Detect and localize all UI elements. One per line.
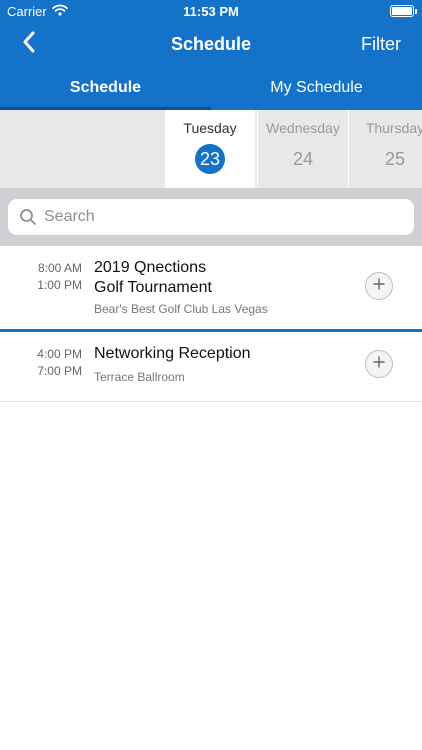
day-name: Wednesday [266, 120, 340, 136]
day-divider [348, 110, 349, 188]
session-end-time: 1:00 PM [37, 278, 82, 292]
session-start-time: 4:00 PM [37, 347, 82, 361]
session-location: Bear's Best Golf Club Las Vegas [94, 302, 268, 316]
search-box[interactable] [8, 199, 414, 235]
day-number: 25 [384, 149, 406, 169]
battery-icon [390, 5, 417, 17]
day-tuesday[interactable]: Tuesday 23 [165, 110, 255, 188]
tab-bar: Schedule My Schedule [0, 66, 422, 110]
plus-icon [373, 355, 385, 373]
session-end-time: 7:00 PM [37, 364, 82, 378]
add-to-schedule-button[interactable] [365, 272, 393, 300]
day-number: 23 [195, 144, 225, 174]
clock: 11:53 PM [183, 4, 239, 19]
filter-button[interactable]: Filter [361, 34, 401, 55]
header: Carrier 11:53 PM Schedule Filter Schedul… [0, 0, 422, 110]
day-name: Tuesday [183, 120, 237, 136]
session-title-line: 2019 Qnections [94, 259, 207, 276]
page-title: Schedule [170, 34, 252, 54]
tab-my-schedule[interactable]: My Schedule [211, 66, 422, 110]
session-location: Terrace Ballroom [94, 370, 185, 384]
add-to-schedule-button[interactable] [365, 350, 393, 378]
day-strip: Tuesday 23 Wednesday 24 Thursday 25 [0, 110, 422, 188]
session-title: 2019 Qnections Golf Tournament [94, 258, 344, 298]
session-times: 4:00 PM 7:00 PM [0, 346, 82, 380]
day-thursday[interactable]: Thursday 25 [350, 110, 422, 188]
session-title-line: Golf Tournament [94, 279, 212, 296]
search-bar [0, 188, 422, 246]
session-start-time: 8:00 AM [37, 261, 82, 275]
day-name: Thursday [365, 120, 422, 136]
session-item[interactable]: 4:00 PM 7:00 PM Networking Reception Ter… [0, 332, 422, 402]
session-times: 8:00 AM 1:00 PM [0, 260, 82, 294]
search-icon [18, 207, 38, 227]
nav-bar: Schedule Filter [0, 22, 422, 66]
session-item[interactable]: 8:00 AM 1:00 PM 2019 Qnections Golf Tour… [0, 246, 422, 332]
session-title: Networking Reception [94, 345, 251, 362]
day-wednesday[interactable]: Wednesday 24 [258, 110, 348, 188]
day-number: 24 [292, 149, 314, 169]
session-list: 8:00 AM 1:00 PM 2019 Qnections Golf Tour… [0, 246, 422, 402]
search-input[interactable] [44, 208, 404, 226]
tab-schedule[interactable]: Schedule [0, 66, 211, 110]
status-bar: Carrier 11:53 PM [0, 0, 422, 22]
plus-icon [373, 277, 385, 295]
